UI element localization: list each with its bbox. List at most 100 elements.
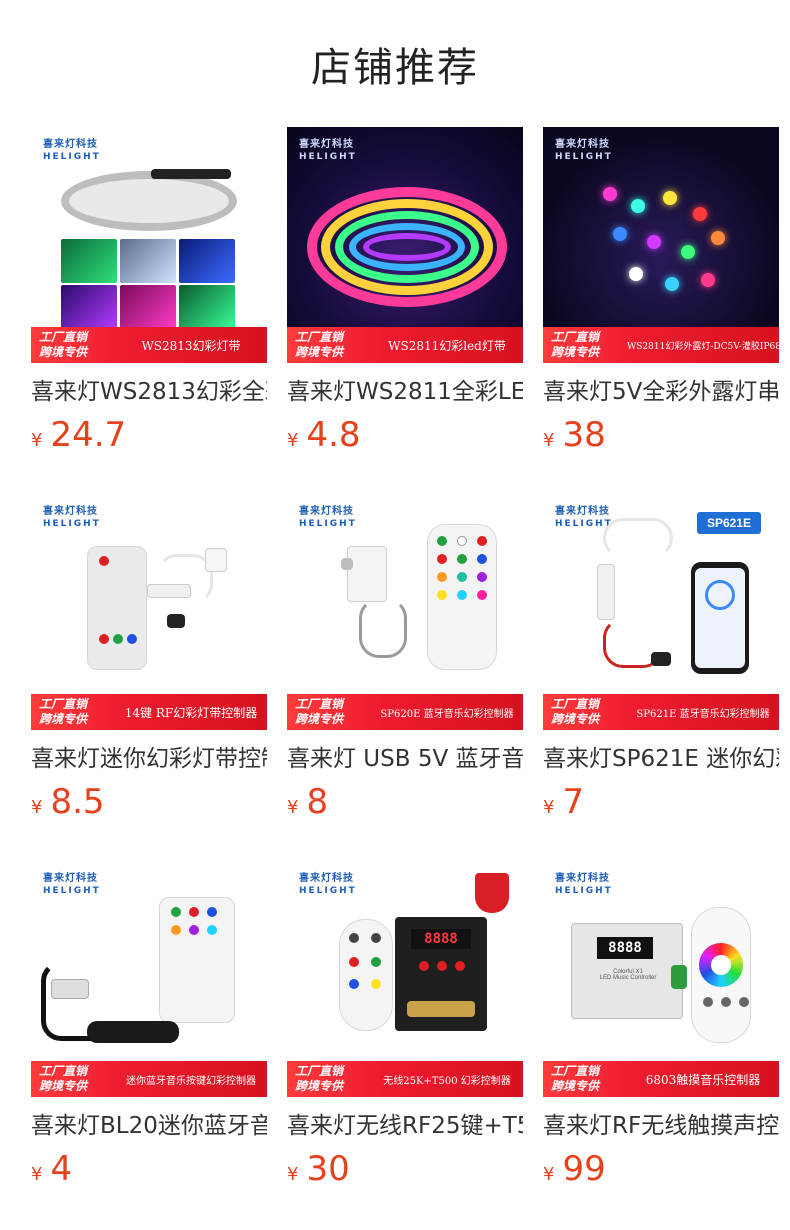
product-image[interactable]: 喜来灯科技 HELIGHT 工厂直销 跨境专供 迷你蓝牙音乐按键幻彩控制器 (31, 861, 267, 1097)
led-bulb-icon (701, 273, 715, 287)
led-bulb-icon (631, 199, 645, 213)
power-button-icon (99, 556, 109, 566)
remote-button-icon (171, 907, 181, 917)
yellow-button-icon (437, 590, 447, 600)
currency-symbol: ¥ (31, 430, 43, 451)
product-card[interactable]: 喜来灯科技 HELIGHT 工厂直销 跨境专供 WS2811幻彩外露灯-DC5V-灌… (543, 127, 779, 494)
on-button-icon (437, 536, 447, 546)
price-value: 30 (306, 1149, 350, 1189)
price-value: 99 (562, 1149, 606, 1189)
product-image[interactable]: 喜来灯科技 HELIGHT 8888 Colorful X1 LED Music … (543, 861, 779, 1097)
led-bulb-icon (663, 191, 677, 205)
product-image[interactable]: 喜来灯科技 HELIGHT 工厂直销 跨境专供 WS2813幻彩灯带 (31, 127, 267, 363)
remote-control-icon (87, 546, 147, 670)
dial-icon (705, 580, 735, 610)
product-image[interactable]: 喜来灯科技 HELIGHT 工厂直销 跨境专供 14键 RF幻彩灯带控制器 (31, 494, 267, 730)
product-title[interactable]: 喜来灯SP621E 迷你幻彩 (543, 744, 779, 774)
rainbow-strip-icon (363, 233, 451, 261)
currency-symbol: ¥ (543, 430, 555, 451)
banner-desc: SP621E 蓝牙音乐幻彩控制器 (636, 708, 770, 720)
product-title[interactable]: 喜来灯 USB 5V 蓝牙音乐 (287, 744, 523, 774)
blue-button-icon (477, 554, 487, 564)
product-price: ¥ 99 (543, 1149, 779, 1189)
led-display: 8888 (411, 929, 471, 949)
banner-desc: 6803触摸音乐控制器 (645, 1072, 761, 1087)
brand-logo: 喜来灯科技 HELIGHT (299, 873, 357, 896)
price-value: 38 (562, 415, 606, 455)
swatch-pink-icon (120, 285, 176, 329)
product-image[interactable]: 喜来灯科技 HELIGHT 工厂直销 跨境专供 WS2811幻彩led灯带 (287, 127, 523, 363)
price-value: 8 (306, 782, 329, 822)
banner-desc: 无线25K+T500 幻彩控制器 (383, 1075, 511, 1087)
remote-button-icon (349, 957, 359, 967)
terminal-block-icon (407, 1001, 475, 1017)
product-card[interactable]: 喜来灯科技 HELIGHT 8888 Colorful X1 LED Music … (543, 861, 779, 1228)
swatch-purple-icon (61, 285, 117, 329)
led-bulb-icon (693, 207, 707, 221)
product-card[interactable]: 喜来灯科技 HELIGHT 工厂直销 跨境专供 WS2813幻彩灯带 喜来灯WS28… (31, 127, 267, 494)
product-card[interactable]: 喜来灯科技 HELIGHT 8888 工厂直销 跨境专供 无线25K+T500 幻彩… (287, 861, 523, 1228)
product-image[interactable]: 喜来灯科技 HELIGHT 工厂直销 跨境专供 SP620E 蓝牙音乐幻彩控制器 (287, 494, 523, 730)
product-title[interactable]: 喜来灯5V全彩外露灯串 (543, 377, 779, 407)
banner-desc: 14键 RF幻彩灯带控制器 (124, 705, 258, 720)
product-price: ¥ 8 (287, 782, 523, 822)
promo-banner: 工厂直销 跨境专供 6803触摸音乐控制器 (543, 1061, 779, 1097)
product-title[interactable]: 喜来灯无线RF25键+T500 (287, 1111, 523, 1141)
swatch-green-icon (61, 239, 117, 283)
swatch-blue-icon (179, 239, 235, 283)
white-button-icon (457, 536, 467, 546)
remote-button-icon (703, 997, 713, 1007)
led-bulb-icon (647, 235, 661, 249)
led-bulb-icon (681, 245, 695, 259)
product-card[interactable]: 喜来灯科技 HELIGHT 工厂直销 跨境专供 迷你蓝牙音乐按键幻彩控制器 喜来灯B… (31, 861, 267, 1228)
product-card[interactable]: 喜来灯科技 HELIGHT SP621E 工厂直销 跨境专供 SP621E 蓝牙音乐… (543, 494, 779, 861)
red-button-icon (99, 634, 109, 644)
device-button-icon (419, 961, 429, 971)
led-bulb-icon (711, 231, 725, 245)
usb-port-icon (341, 558, 353, 570)
product-card[interactable]: 喜来灯科技 HELIGHT 工厂直销 跨境专供 WS2811幻彩led灯带 喜来灯W… (287, 127, 523, 494)
banner-desc: WS2811幻彩外露灯-DC5V-灌胶IP68 (627, 341, 779, 352)
led-display: 8888 (597, 937, 653, 959)
banner-desc: WS2811幻彩led灯带 (388, 338, 506, 353)
promo-banner: 工厂直销 跨境专供 SP620E 蓝牙音乐幻彩控制器 (287, 694, 523, 730)
pink-button-icon (477, 590, 487, 600)
brand-logo: 喜来灯科技 HELIGHT (299, 506, 357, 529)
brand-logo: 喜来灯科技 HELIGHT (555, 139, 613, 162)
cable-icon (603, 518, 673, 558)
product-image[interactable]: 喜来灯科技 HELIGHT 工厂直销 跨境专供 WS2811幻彩外露灯-DC5V-灌… (543, 127, 779, 363)
model-badge: SP621E (696, 512, 761, 534)
brand-logo: 喜来灯科技 HELIGHT (43, 506, 101, 529)
promo-banner: 工厂直销 跨境专供 无线25K+T500 幻彩控制器 (287, 1061, 523, 1097)
product-title[interactable]: 喜来灯WS2813幻彩全彩 (31, 377, 267, 407)
product-card[interactable]: 喜来灯科技 HELIGHT 工厂直销 跨境专供 SP620E 蓝牙音乐幻彩控制器 喜… (287, 494, 523, 861)
product-title[interactable]: 喜来灯WS2811全彩LED (287, 377, 523, 407)
promo-banner: 工厂直销 跨境专供 SP621E 蓝牙音乐幻彩控制器 (543, 694, 779, 730)
device-button-icon (437, 961, 447, 971)
currency-symbol: ¥ (287, 430, 299, 451)
led-bulb-icon (665, 277, 679, 291)
remote-button-icon (371, 957, 381, 967)
shop-shield-icon (475, 873, 509, 913)
product-grid: 喜来灯科技 HELIGHT 工厂直销 跨境专供 WS2813幻彩灯带 喜来灯WS28… (31, 127, 779, 1228)
product-image[interactable]: 喜来灯科技 HELIGHT 8888 工厂直销 跨境专供 无线25K+T500 幻彩… (287, 861, 523, 1097)
product-price: ¥ 8.5 (31, 782, 267, 822)
product-title[interactable]: 喜来灯RF无线触摸声控 (543, 1111, 779, 1141)
swatch-white-icon (120, 239, 176, 283)
purple-button-icon (477, 572, 487, 582)
teal-button-icon (457, 572, 467, 582)
product-price: ¥ 30 (287, 1149, 523, 1189)
terminal-block-icon (671, 965, 687, 989)
product-card[interactable]: 喜来灯科技 HELIGHT 工厂直销 跨境专供 14键 RF幻彩灯带控制器 喜来灯迷… (31, 494, 267, 861)
product-title[interactable]: 喜来灯BL20迷你蓝牙音乐 (31, 1111, 267, 1141)
product-price: ¥ 24.7 (31, 415, 267, 455)
price-value: 4 (50, 1149, 73, 1189)
cable-icon (359, 598, 407, 658)
controller-module-icon (597, 564, 615, 620)
page-title: 店铺推荐 (311, 44, 479, 91)
product-price: ¥ 4 (31, 1149, 267, 1189)
cyan-button-icon (457, 590, 467, 600)
remote-button-icon (207, 907, 217, 917)
product-title[interactable]: 喜来灯迷你幻彩灯带控制器 (31, 744, 267, 774)
product-image[interactable]: 喜来灯科技 HELIGHT SP621E 工厂直销 跨境专供 SP621E 蓝牙音乐… (543, 494, 779, 730)
